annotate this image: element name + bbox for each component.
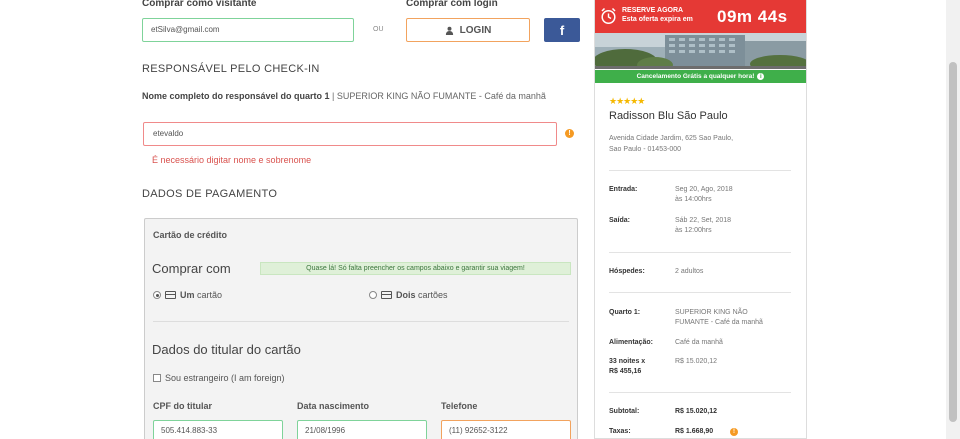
hotel-photo (595, 33, 806, 69)
foreigner-option[interactable]: Sou estrangeiro (I am foreign) (153, 373, 285, 383)
one-card-rest: cartão (194, 290, 223, 300)
phone-label: Telefone (441, 401, 478, 411)
hotel-name: Radisson Blu São Paulo (609, 110, 728, 122)
checkout-page: Comprar como visitante etSilva@gmail.com… (0, 0, 960, 439)
booking-summary: RESERVE AGORA Esta oferta expira em 09m … (594, 0, 807, 439)
two-cards-rest: cartões (415, 290, 448, 300)
name-error-message: É necessário digitar nome e sobrenome (152, 155, 312, 165)
countdown-value: 09m 44s (717, 7, 788, 26)
login-button[interactable]: LOGIN (406, 18, 530, 42)
guests-value: 2 adultos (675, 268, 704, 275)
checkin-name-field[interactable]: etevaldo (143, 122, 557, 146)
divider (609, 170, 791, 171)
checkin-date: Seg 20, Ago, 2018 (675, 186, 733, 193)
scrollbar-thumb[interactable] (949, 62, 957, 422)
card-holder-title: Dados do titular do cartão (152, 342, 301, 357)
progress-note: Quase lá! Só falta preencher os campos a… (260, 262, 571, 275)
user-icon (445, 26, 453, 35)
star-rating: ★★★★★ (609, 96, 645, 106)
checkin-description: Nome completo do responsável do quarto 1… (142, 90, 582, 103)
foreigner-label: Sou estrangeiro (I am foreign) (165, 373, 285, 383)
divider (609, 252, 791, 253)
taxes-label: Taxas: (609, 428, 631, 435)
timer-line-1: RESERVE AGORA (622, 7, 684, 14)
page-scrollbar[interactable] (946, 0, 960, 439)
one-card-bold: Um (180, 290, 195, 300)
room-label: Quarto 1: (609, 309, 641, 316)
subtotal-label: Subtotal: (609, 408, 640, 415)
comprar-com-label: Comprar com (152, 261, 231, 276)
facebook-login-button[interactable]: f (544, 18, 580, 42)
info-icon[interactable]: i (757, 73, 765, 80)
two-cards-radio[interactable] (369, 291, 377, 299)
meal-label: Alimentação: (609, 339, 653, 346)
guest-label: Comprar como visitante (142, 0, 257, 9)
facebook-icon: f (559, 22, 565, 38)
payment-section-title: DADOS DE PAGAMENTO (142, 188, 278, 200)
divider (153, 321, 569, 322)
credit-card-icon (165, 291, 176, 299)
warning-icon: ! (565, 129, 574, 138)
alarm-clock-icon (601, 7, 616, 25)
free-cancellation-bar: Cancelamento Grátis a qualquer hora! i (595, 70, 806, 83)
credit-card-icon (381, 291, 392, 299)
checkin-section-title: RESPONSÁVEL PELO CHECK-IN (142, 63, 320, 75)
meal-value: Café da manhã (675, 339, 723, 346)
free-cancellation-text: Cancelamento Grátis a qualquer hora! (636, 73, 755, 80)
foreigner-checkbox[interactable] (153, 374, 161, 382)
nights-label-line-1: 33 noites x (609, 358, 646, 365)
nights-value: R$ 15.020,12 (675, 358, 718, 365)
nights-label-line-2: R$ 455,16 (609, 368, 642, 375)
two-cards-option[interactable]: Dois cartões (369, 290, 448, 300)
birth-date-label: Data nascimento (297, 401, 370, 411)
checkout-label: Saída: (609, 217, 631, 224)
taxes-info-icon[interactable]: ! (730, 428, 738, 436)
divider (609, 392, 791, 393)
guests-label: Hóspedes: (609, 268, 645, 275)
credit-card-panel: Cartão de crédito Comprar com Quase lá! … (144, 218, 578, 439)
login-button-label: LOGIN (459, 24, 492, 36)
two-cards-bold: Dois (396, 290, 416, 300)
taxes-value: R$ 1.668,90 (675, 428, 714, 435)
cpf-field[interactable]: 505.414.883-33 (153, 420, 283, 439)
checkin-description-bold: Nome completo do responsável do quarto 1 (142, 91, 330, 101)
room-value-line-1: SUPERIOR KING NÃO (675, 309, 748, 316)
cpf-label: CPF do titular (153, 401, 212, 411)
or-separator: OU (373, 26, 384, 33)
login-label: Comprar com login (406, 0, 498, 9)
checkin-label: Entrada: (609, 186, 638, 193)
one-card-radio[interactable] (153, 291, 161, 299)
hotel-address-line-1: Avenida Cidade Jardim, 625 Sao Paulo, (609, 135, 734, 142)
divider (609, 292, 791, 293)
credit-card-title: Cartão de crédito (153, 230, 228, 240)
checkin-description-room: | SUPERIOR KING NÃO FUMANTE - Café da ma… (329, 91, 546, 101)
room-value-line-2: FUMANTE - Café da manhã (675, 319, 763, 326)
phone-field[interactable]: (11) 92652-3122 (441, 420, 571, 439)
checkout-date: Sáb 22, Set, 2018 (675, 217, 732, 224)
checkout-time: às 12:00hrs (675, 227, 712, 234)
checkin-time: às 14:00hrs (675, 196, 712, 203)
hotel-address-line-2: Sao Paulo - 01453-000 (609, 146, 681, 153)
countdown-banner: RESERVE AGORA Esta oferta expira em 09m … (595, 0, 806, 33)
timer-line-2: Esta oferta expira em (622, 16, 693, 23)
one-card-option[interactable]: Um cartão (153, 290, 222, 300)
birth-date-field[interactable]: 21/08/1996 (297, 420, 427, 439)
subtotal-value: R$ 15.020,12 (675, 408, 718, 415)
guest-email-field[interactable]: etSilva@gmail.com (142, 18, 354, 42)
